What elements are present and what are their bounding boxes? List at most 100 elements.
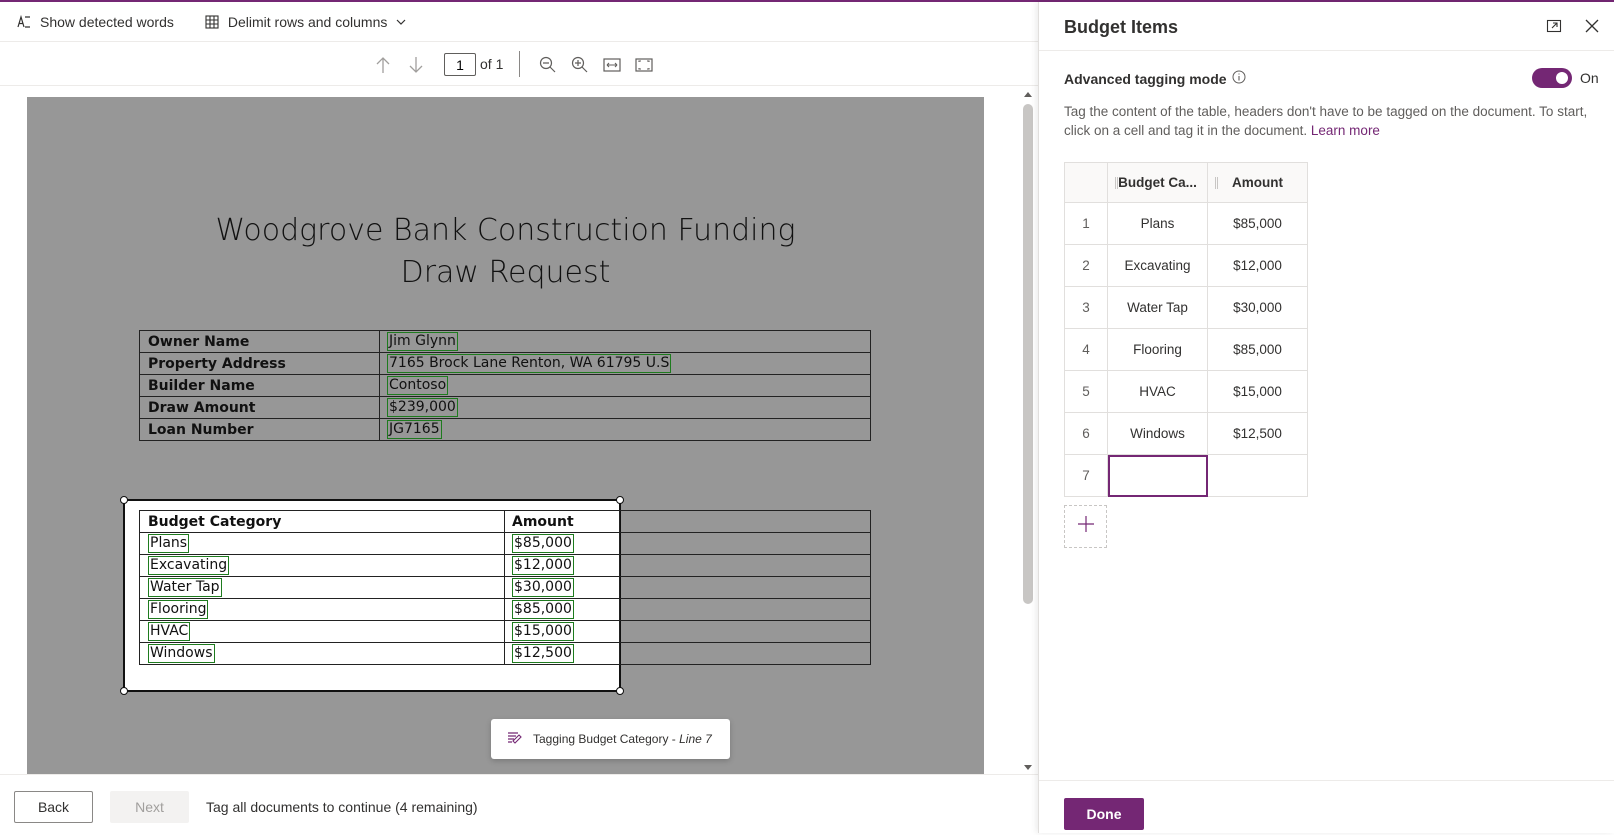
budget-row: Windows $12,500 xyxy=(139,642,871,665)
detected-word-box[interactable]: Flooring xyxy=(148,600,209,619)
detected-word-box[interactable]: $85,000 xyxy=(512,600,574,619)
budget-amount-cell[interactable]: $85,000 xyxy=(504,598,620,621)
done-button[interactable]: Done xyxy=(1064,798,1144,830)
detected-word-box[interactable]: Jim Glynn xyxy=(387,332,458,351)
budget-category-cell[interactable]: Windows xyxy=(139,642,505,665)
bottom-footer: Back Next Tag all documents to continue … xyxy=(0,774,1038,835)
detected-word-box[interactable]: $30,000 xyxy=(512,578,574,597)
budget-category-cell[interactable]: HVAC xyxy=(139,620,505,643)
budget-amount-cell[interactable]: $30,000 xyxy=(504,576,620,599)
info-value[interactable]: $239,000 xyxy=(379,396,871,419)
grid-cell-amount[interactable]: $30,000 xyxy=(1207,286,1308,329)
budget-amount-cell[interactable]: $85,000 xyxy=(504,532,620,555)
info-row: Draw Amount $239,000 xyxy=(139,396,871,419)
grid-cell-amount[interactable]: $85,000 xyxy=(1207,328,1308,371)
grid-cell-category[interactable]: Excavating xyxy=(1107,244,1208,287)
column-header-budget-category[interactable]: Budget Ca... xyxy=(1107,162,1208,203)
budget-header-row: Budget Category Amount xyxy=(139,510,871,533)
budget-category-cell[interactable]: Excavating xyxy=(139,554,505,577)
expand-panel-icon[interactable] xyxy=(1544,16,1564,36)
grid-cell-category[interactable]: HVAC xyxy=(1107,370,1208,413)
grid-cell-category[interactable]: Flooring xyxy=(1107,328,1208,371)
detected-word-box[interactable]: HVAC xyxy=(148,622,191,641)
grid-corner-cell xyxy=(1064,162,1108,203)
detected-word-box[interactable]: $85,000 xyxy=(512,534,574,553)
budget-category-cell[interactable]: Plans xyxy=(139,532,505,555)
budget-category-cell[interactable]: Water Tap xyxy=(139,576,505,599)
budget-amount-cell[interactable]: $12,500 xyxy=(504,642,620,665)
detected-word-box[interactable]: Excavating xyxy=(148,556,230,575)
budget-category-cell[interactable]: Flooring xyxy=(139,598,505,621)
scroll-up-arrow[interactable] xyxy=(1024,92,1032,97)
detected-word-box[interactable]: Plans xyxy=(148,534,190,553)
panel-footer-divider xyxy=(1039,780,1614,781)
detected-word-box[interactable]: Windows xyxy=(148,644,215,663)
page-number-input[interactable] xyxy=(444,53,476,76)
column-resize-grip[interactable] xyxy=(1215,177,1218,189)
grid-cell-amount[interactable]: $12,000 xyxy=(1207,244,1308,287)
grid-cell-amount[interactable]: $15,000 xyxy=(1207,370,1308,413)
scroll-thumb[interactable] xyxy=(1023,104,1033,604)
next-page-arrow-icon[interactable] xyxy=(404,53,428,77)
top-toolbar: Show detected words Delimit rows and col… xyxy=(0,2,1038,42)
learn-more-link[interactable]: Learn more xyxy=(1311,123,1380,138)
viewer-divider xyxy=(519,51,520,77)
fit-width-icon[interactable] xyxy=(600,53,624,77)
column-resize-grip[interactable] xyxy=(1115,177,1118,189)
detected-word-box[interactable]: 7165 Brock Lane Renton, WA 61795 U.S xyxy=(387,354,672,373)
detected-word-box[interactable]: $15,000 xyxy=(512,622,574,641)
next-button[interactable]: Next xyxy=(110,791,189,823)
info-icon[interactable] xyxy=(1232,70,1246,87)
advanced-tagging-toggle[interactable] xyxy=(1532,68,1572,88)
budget-empty-cell xyxy=(619,576,871,599)
budget-amount-cell[interactable]: $12,000 xyxy=(504,554,620,577)
back-button[interactable]: Back xyxy=(14,791,93,823)
previous-page-arrow-icon[interactable] xyxy=(371,53,395,77)
remaining-status: Tag all documents to continue (4 remaini… xyxy=(206,799,478,815)
detected-word-box[interactable]: Contoso xyxy=(387,376,449,395)
info-key: Owner Name xyxy=(139,330,380,353)
info-value[interactable]: JG7165 xyxy=(379,418,871,441)
grid-cell-category[interactable] xyxy=(1107,454,1208,497)
show-detected-words-label: Show detected words xyxy=(40,13,174,30)
budget-amount-cell[interactable]: $15,000 xyxy=(504,620,620,643)
resize-handle-tl[interactable] xyxy=(120,496,128,504)
budget-empty-cell xyxy=(619,532,871,555)
column-header-amount[interactable]: Amount xyxy=(1207,162,1308,203)
grid-cell-amount[interactable] xyxy=(1207,454,1308,497)
panel-description: Tag the content of the table, headers do… xyxy=(1064,104,1588,138)
info-key: Loan Number xyxy=(139,418,380,441)
scroll-down-arrow[interactable] xyxy=(1024,765,1032,770)
grid-cell-category[interactable]: Water Tap xyxy=(1107,286,1208,329)
resize-handle-tr[interactable] xyxy=(616,496,624,504)
grid-cell-amount[interactable]: $85,000 xyxy=(1207,202,1308,245)
fit-page-icon[interactable] xyxy=(632,53,656,77)
zoom-out-icon[interactable] xyxy=(536,53,560,77)
info-key: Draw Amount xyxy=(139,396,380,419)
vertical-scrollbar[interactable] xyxy=(1020,88,1036,774)
grid-cell-category[interactable]: Windows xyxy=(1107,412,1208,455)
detected-word-box[interactable]: $12,500 xyxy=(512,644,574,663)
resize-handle-bl[interactable] xyxy=(120,687,128,695)
grid-cell-category[interactable]: Plans xyxy=(1107,202,1208,245)
info-value[interactable]: Jim Glynn xyxy=(379,330,871,353)
show-detected-words-button[interactable]: Show detected words xyxy=(0,2,188,42)
resize-handle-br[interactable] xyxy=(616,687,624,695)
close-icon[interactable] xyxy=(1582,16,1602,36)
grid-cell-amount[interactable]: $12,500 xyxy=(1207,412,1308,455)
tagging-text: Tagging Budget Category - Line 7 xyxy=(533,732,712,746)
detected-word-box[interactable]: Water Tap xyxy=(148,578,222,597)
grid-header-row: Budget Ca... Amount xyxy=(1064,162,1308,203)
info-key: Builder Name xyxy=(139,374,380,397)
zoom-in-icon[interactable] xyxy=(568,53,592,77)
detected-word-box[interactable]: $239,000 xyxy=(387,398,458,417)
add-row-button[interactable] xyxy=(1064,505,1107,548)
detected-word-box[interactable]: $12,000 xyxy=(512,556,574,575)
delimit-rows-columns-button[interactable]: Delimit rows and columns xyxy=(188,2,422,42)
info-value[interactable]: 7165 Brock Lane Renton, WA 61795 U.S xyxy=(379,352,871,375)
detected-word-box[interactable]: JG7165 xyxy=(387,420,442,439)
row-number: 4 xyxy=(1064,328,1108,371)
budget-header-amount: Amount xyxy=(504,510,620,533)
doc-title-line2: Draw Request xyxy=(400,255,611,290)
info-value[interactable]: Contoso xyxy=(379,374,871,397)
